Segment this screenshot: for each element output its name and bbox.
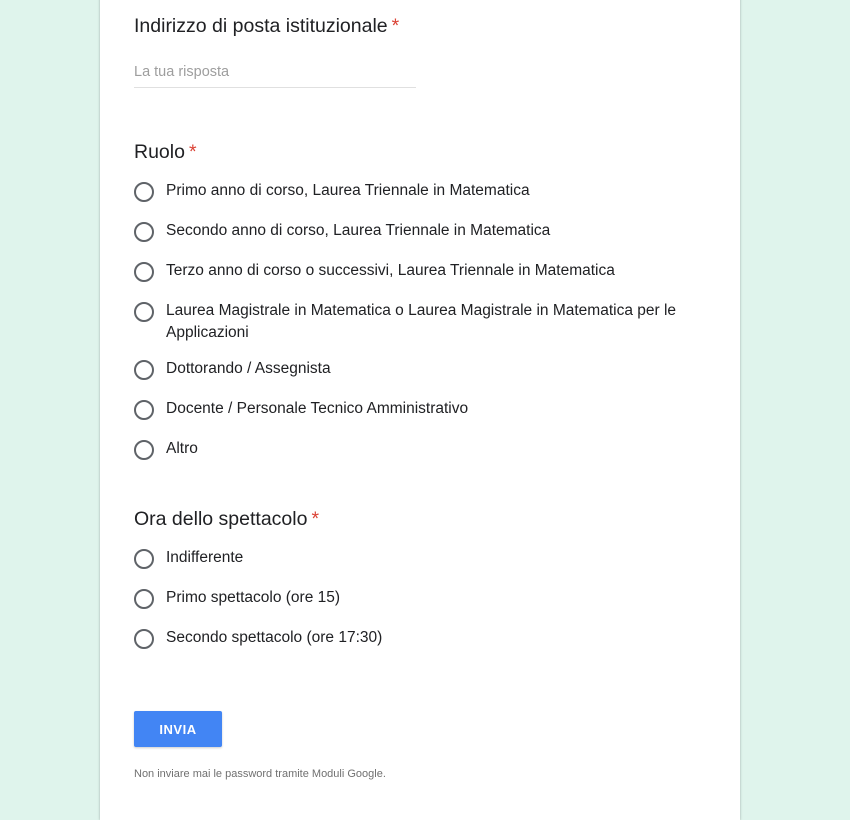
email-input-placeholder: La tua risposta	[134, 64, 230, 80]
form-card: Indirizzo di posta istituzionale * La tua…	[100, 0, 740, 820]
radio-button[interactable]	[134, 262, 154, 282]
radio-button[interactable]	[134, 440, 154, 460]
radio-button[interactable]	[134, 222, 154, 242]
question-title-role: Ruolo *	[134, 141, 197, 164]
role-option-dottorando[interactable]: Dottorando / Assegnista	[134, 360, 714, 380]
option-label: Primo spettacolo (ore 15)	[166, 589, 341, 606]
radio-button[interactable]	[134, 302, 154, 322]
question-title-email: Indirizzo di posta istituzionale *	[134, 15, 399, 38]
showtime-option-indifferente[interactable]: Indifferente	[134, 549, 714, 569]
option-label: Primo anno di corso, Laurea Triennale in…	[166, 182, 530, 199]
option-label: Dottorando / Assegnista	[166, 360, 331, 377]
option-label: Terzo anno di corso o successivi, Laurea…	[166, 262, 615, 279]
option-label: Secondo anno di corso, Laurea Triennale …	[166, 222, 551, 239]
radio-button[interactable]	[134, 589, 154, 609]
option-label: Secondo spettacolo (ore 17:30)	[166, 629, 383, 646]
required-asterisk: *	[391, 15, 400, 37]
role-option-primo-anno[interactable]: Primo anno di corso, Laurea Triennale in…	[134, 182, 714, 202]
radio-button[interactable]	[134, 549, 154, 569]
password-warning-note: Non inviare mai le password tramite Modu…	[134, 768, 386, 780]
option-label: Altro	[166, 440, 198, 457]
question-title-text: Ora dello spettacolo	[134, 508, 308, 530]
question-title-text: Ruolo	[134, 141, 185, 163]
submit-button[interactable]: INVIA	[134, 711, 222, 747]
email-input[interactable]: La tua risposta	[134, 64, 416, 88]
role-option-secondo-anno[interactable]: Secondo anno di corso, Laurea Triennale …	[134, 222, 714, 242]
option-label: Docente / Personale Tecnico Amministrati…	[166, 400, 469, 417]
role-option-laurea-magistrale[interactable]: Laurea Magistrale in Matematica o Laurea…	[134, 302, 714, 344]
role-option-altro[interactable]: Altro	[134, 440, 714, 460]
question-title-showtime: Ora dello spettacolo *	[134, 508, 319, 531]
radio-button[interactable]	[134, 360, 154, 380]
role-option-terzo-anno[interactable]: Terzo anno di corso o successivi, Laurea…	[134, 262, 714, 282]
question-title-text: Indirizzo di posta istituzionale	[134, 15, 388, 37]
required-asterisk: *	[311, 508, 320, 530]
radio-button[interactable]	[134, 182, 154, 202]
required-asterisk: *	[188, 141, 197, 163]
radio-button[interactable]	[134, 400, 154, 420]
option-label: Indifferente	[166, 549, 244, 566]
role-option-docente[interactable]: Docente / Personale Tecnico Amministrati…	[134, 400, 714, 420]
option-label: Laurea Magistrale in Matematica o Laurea…	[166, 302, 677, 341]
showtime-option-primo-spettacolo[interactable]: Primo spettacolo (ore 15)	[134, 589, 714, 609]
showtime-option-secondo-spettacolo[interactable]: Secondo spettacolo (ore 17:30)	[134, 629, 714, 649]
radio-button[interactable]	[134, 629, 154, 649]
